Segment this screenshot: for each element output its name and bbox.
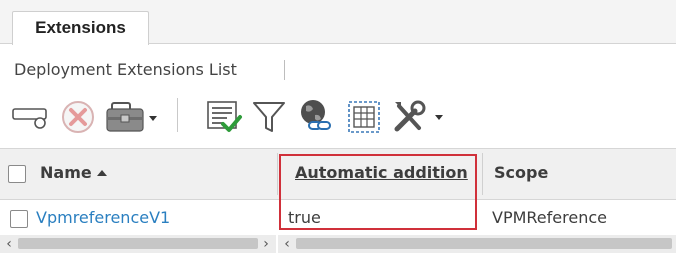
column-header-name-label: Name (40, 163, 92, 182)
filter-button[interactable] (249, 98, 289, 136)
toolbox-dropdown-button[interactable] (104, 98, 160, 136)
scroll-left-icon[interactable]: ‹ (2, 235, 16, 253)
globe-link-icon (297, 98, 335, 136)
scope-cell: VPMReference (492, 208, 607, 227)
tab-strip: Extensions (0, 0, 676, 45)
column-header-scope[interactable]: Scope (494, 149, 548, 199)
scroll-left-icon[interactable]: ‹ (280, 235, 294, 253)
column-divider[interactable] (277, 153, 278, 195)
toolbar-separator (177, 98, 178, 132)
scroll-right-icon[interactable]: › (259, 235, 273, 253)
horizontal-scrollbar-left[interactable]: ‹ › (0, 235, 276, 253)
delete-button[interactable] (58, 98, 98, 136)
toolbar (0, 92, 676, 142)
select-all-checkbox[interactable] (8, 165, 26, 183)
tab-extensions[interactable]: Extensions (12, 11, 149, 45)
delete-icon (59, 98, 97, 136)
list-check-icon (205, 98, 243, 136)
tools-icon (391, 98, 445, 136)
create-extension-icon (10, 102, 50, 132)
list-check-button[interactable] (204, 98, 244, 136)
create-extension-button[interactable] (10, 98, 50, 136)
globe-link-button[interactable] (296, 98, 336, 136)
tools-dropdown-button[interactable] (390, 98, 446, 136)
scrollbar-thumb[interactable] (18, 238, 258, 249)
horizontal-scrollbar-right[interactable]: ‹ (278, 235, 676, 253)
row-checkbox[interactable] (10, 210, 28, 228)
table-select-icon (345, 98, 383, 136)
panel-title: Deployment Extensions List (14, 60, 237, 79)
column-header-name[interactable]: Name (40, 149, 107, 199)
scrollbar-thumb[interactable] (296, 238, 672, 249)
sort-ascending-icon (96, 170, 107, 176)
extension-name-link[interactable]: VpmreferenceV1 (36, 201, 170, 235)
toolbox-icon (105, 99, 159, 135)
table-select-button[interactable] (344, 98, 384, 136)
column-divider[interactable] (482, 153, 483, 195)
highlight-box (279, 154, 477, 230)
title-divider (284, 60, 285, 80)
filter-icon (251, 98, 287, 136)
